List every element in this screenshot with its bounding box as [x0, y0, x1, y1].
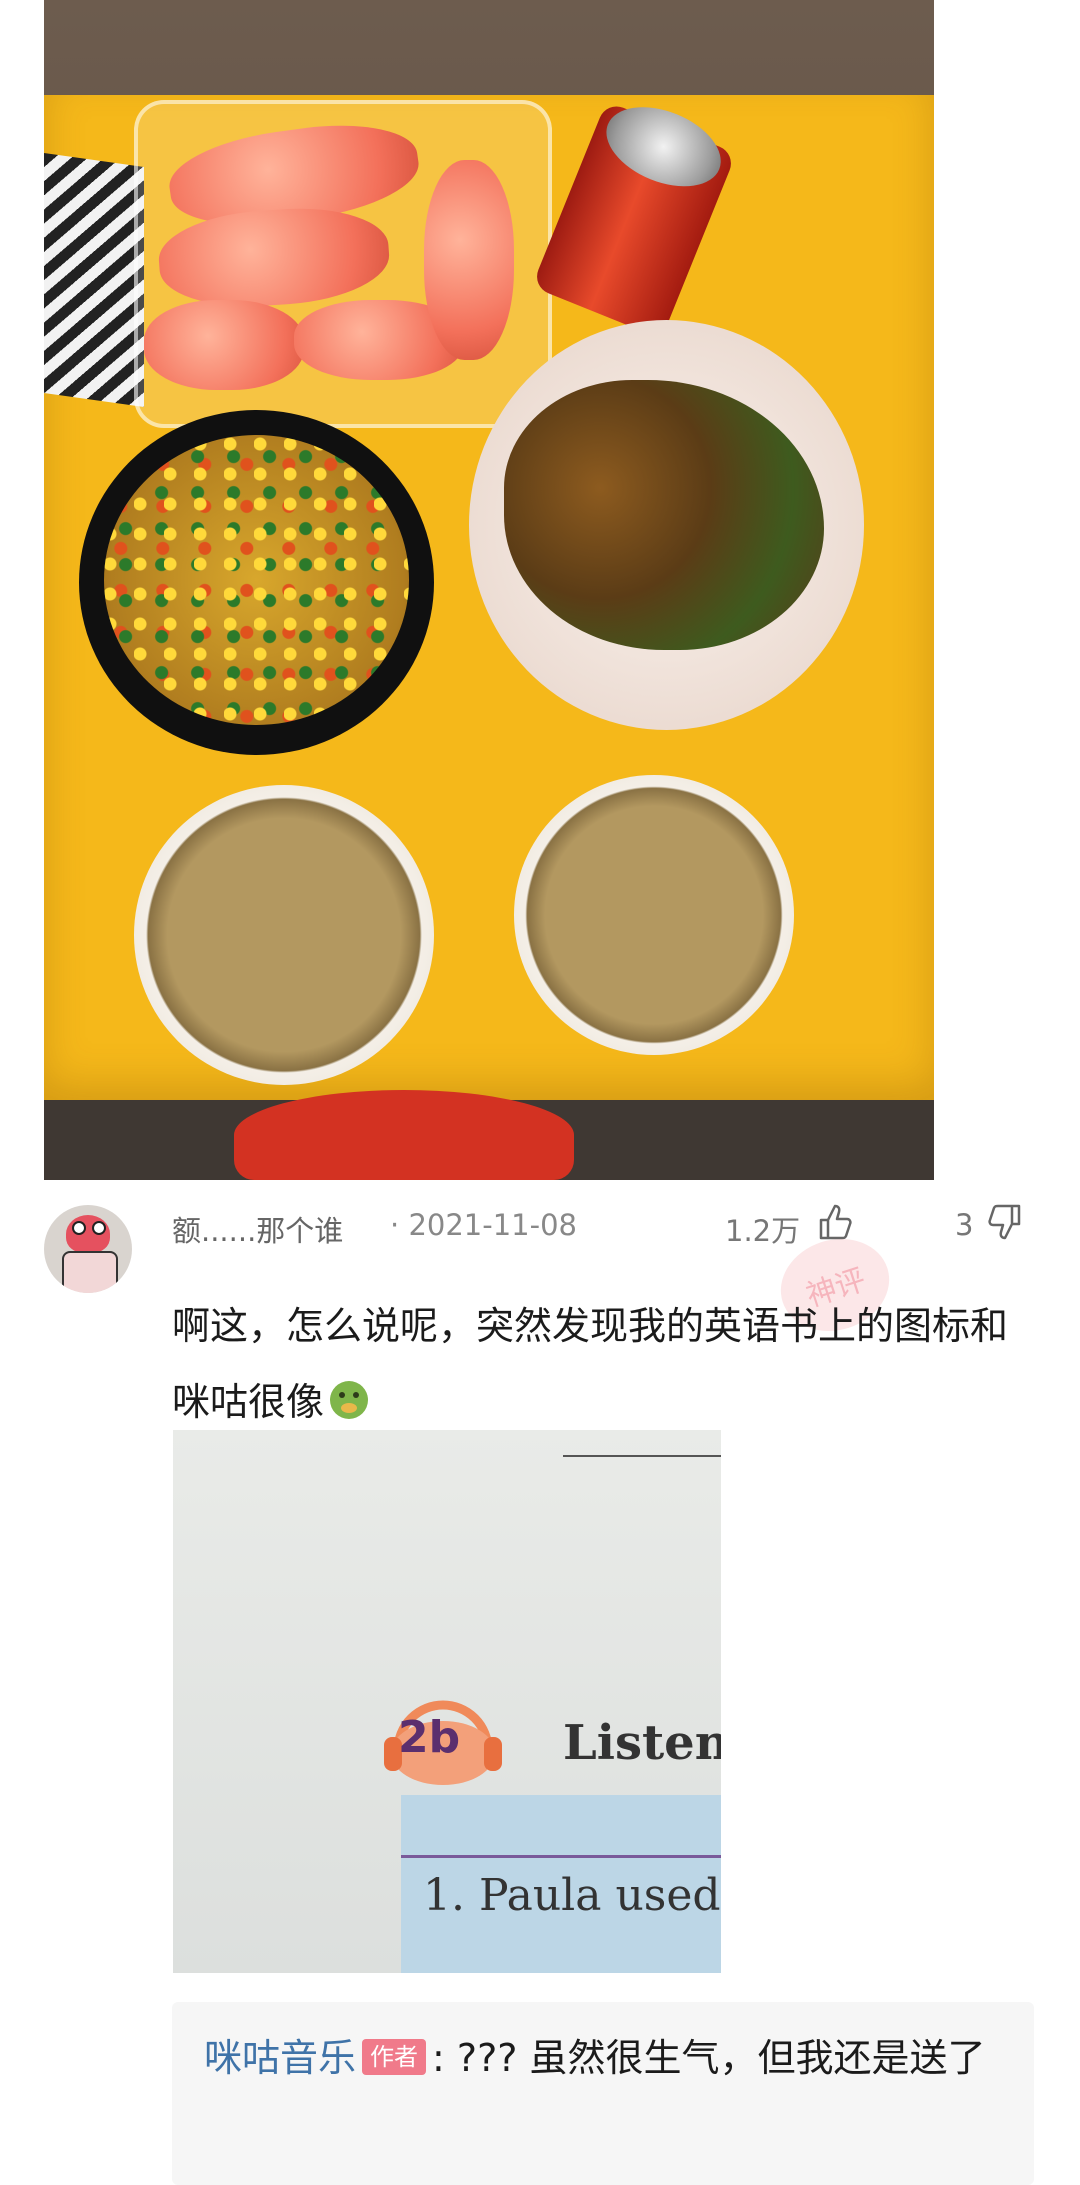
- exercise-line: 1. Paula used: [423, 1870, 721, 1921]
- reply-body: : ??? 虽然很生气，但我还是送了: [432, 2036, 986, 2080]
- comment-item: 额......那个谁 · 2021-11-08 1.2万 3 神评 啊这，怎么说…: [0, 1180, 1080, 2185]
- heading-text: Listen: [563, 1715, 721, 1771]
- red-bag: [234, 1090, 574, 1180]
- badge-label: 2b: [398, 1712, 461, 1763]
- date-separator: ·: [390, 1208, 400, 1242]
- frog-body: [62, 1251, 118, 1293]
- eye: [72, 1221, 86, 1235]
- attached-image[interactable]: 2b Listen 1. Paula used: [173, 1430, 721, 1973]
- comment-text: 啊这，怎么说呢，突然发现我的英语书上的图标和咪咕很像: [172, 1288, 1032, 1440]
- date-value: 2021-11-08: [408, 1208, 577, 1242]
- soup-bowl: [134, 785, 434, 1085]
- thumbs-down-icon[interactable]: [985, 1202, 1025, 1242]
- corn-pea-dish: [104, 435, 409, 725]
- eye: [92, 1221, 106, 1235]
- thumbs-up-icon[interactable]: [815, 1202, 855, 1242]
- avatar[interactable]: [44, 1205, 132, 1293]
- band-divider: [401, 1855, 721, 1858]
- soup-bowl: [514, 775, 794, 1055]
- dislike-count: 3: [955, 1208, 974, 1242]
- like-count: 1.2万: [725, 1214, 801, 1248]
- author-tag: 作者: [362, 2039, 427, 2075]
- comment-body: 啊这，怎么说呢，突然发现我的英语书上的图标和咪咕很像: [172, 1304, 1009, 1424]
- reply-text: 咪咕音乐 作者: ??? 虽然很生气，但我还是送了: [204, 2020, 1004, 2096]
- post-food-photo[interactable]: [44, 0, 934, 1180]
- pomelo-segment: [424, 160, 514, 360]
- striped-box: [44, 152, 144, 408]
- frog-figure: [66, 1215, 110, 1253]
- nauseated-face-emoji-icon: [330, 1381, 369, 1419]
- comment-date: · 2021-11-08: [390, 1208, 577, 1242]
- pen-line: [563, 1455, 721, 1457]
- username[interactable]: 额......那个谁: [172, 1208, 343, 1250]
- pomelo-segment: [144, 300, 304, 390]
- reply-author[interactable]: 咪咕音乐: [204, 2036, 356, 2080]
- author-reply[interactable]: 咪咕音乐 作者: ??? 虽然很生气，但我还是送了: [172, 2002, 1034, 2185]
